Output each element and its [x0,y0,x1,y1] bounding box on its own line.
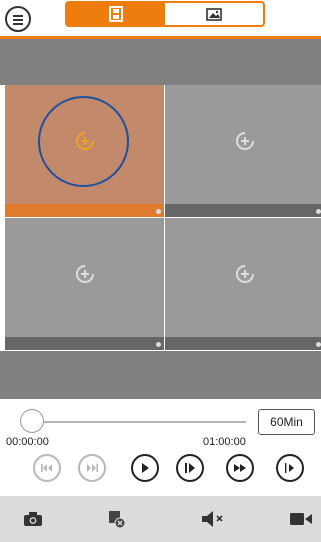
step-forward-icon [185,463,195,473]
skip-back-button[interactable] [33,454,61,482]
close-all-icon [109,511,126,529]
add-camera-icon [235,265,254,283]
video-cell-3[interactable] [5,218,164,350]
close-all-button[interactable] [102,504,132,534]
image-icon [206,7,222,21]
fast-forward-button[interactable] [226,454,254,482]
slow-play-icon [285,463,294,473]
mute-button[interactable] [198,504,228,534]
bottom-gray-band [0,351,321,399]
video-cell-2[interactable] [165,85,321,217]
view-mode-toggle [65,1,265,27]
skip-back-icon [41,464,52,472]
bottom-toolbar [0,496,321,542]
top-bar [0,0,321,39]
slow-play-button[interactable] [276,454,304,482]
add-camera-icon [75,265,94,283]
timeline-end-time: 01:00:00 [203,436,246,448]
cell-status-bar [165,337,321,350]
video-cell-1[interactable] [5,85,164,217]
cell-status-bar [5,204,164,217]
fast-forward-icon [234,464,246,472]
timeline-track[interactable] [28,421,246,423]
timeline-slider-handle[interactable] [20,409,44,433]
live-grid-icon [109,6,123,22]
step-forward-button[interactable] [176,454,204,482]
play-icon [142,463,149,473]
record-button[interactable] [286,504,316,534]
duration-button[interactable]: 60Min [258,409,315,435]
record-icon [290,513,312,525]
skip-forward-button[interactable] [78,454,106,482]
mute-icon [202,511,223,527]
timeline-start-time: 00:00:00 [6,436,49,448]
tab-image-view[interactable] [165,3,263,25]
skip-forward-icon [87,464,98,472]
video-grid [5,85,321,351]
cell-status-bar [165,204,321,217]
selection-ring [38,96,129,187]
tab-live-view[interactable] [67,3,165,25]
snapshot-button[interactable] [18,504,48,534]
menu-icon[interactable] [5,6,31,32]
camera-snapshot-icon [24,512,42,526]
top-gray-band [0,39,321,85]
add-camera-icon [235,132,254,150]
play-button[interactable] [131,454,159,482]
cell-status-bar [5,337,164,350]
video-cell-4[interactable] [165,218,321,350]
